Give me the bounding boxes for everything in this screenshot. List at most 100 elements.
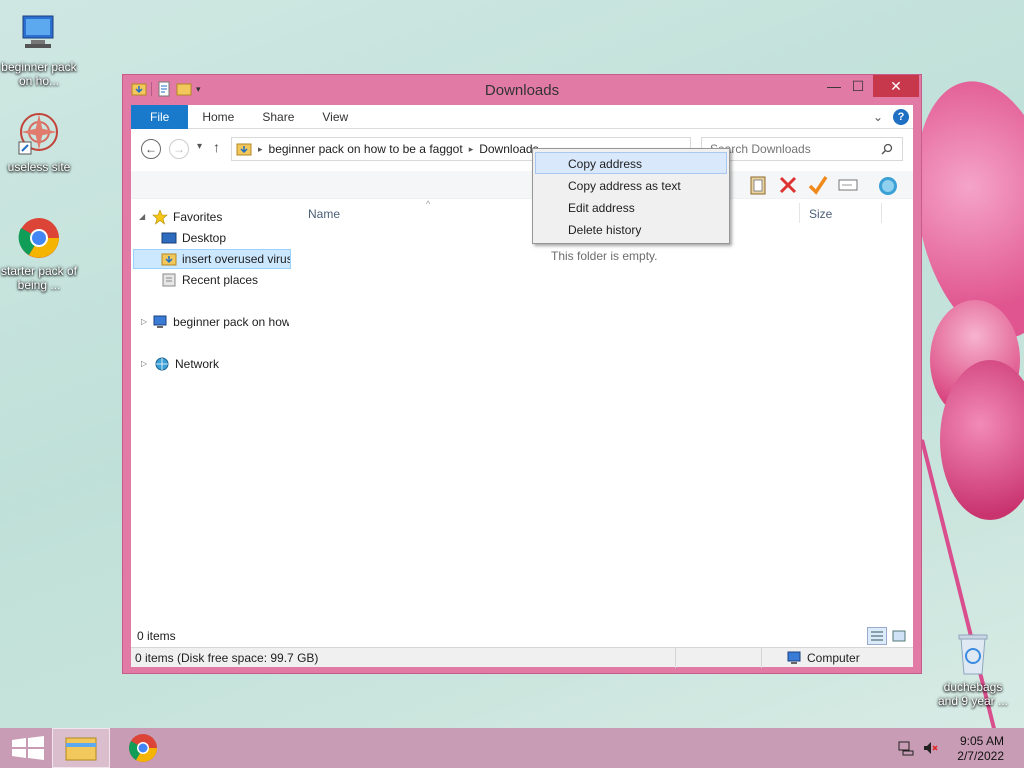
clock-time: 9:05 AM [959,734,1004,748]
expand-arrow-icon[interactable]: ▷ [141,354,149,374]
network-tray-icon[interactable] [898,740,914,756]
explorer-window: ▾ Downloads — ☐ ✕ File Home Share View ⌄… [122,74,922,674]
computer-icon [153,315,167,328]
nav-favorites[interactable]: ◢ Favorites [139,207,289,227]
computer-icon [787,651,801,664]
large-icons-view-button[interactable] [889,627,909,645]
nav-downloads[interactable]: insert overused virus [133,249,291,269]
folder-down-icon [161,253,177,266]
desktop-icon-chrome[interactable]: starter pack of being ... [0,216,78,292]
search-icon[interactable] [881,143,893,155]
details-view-icon [871,631,883,641]
desktop-icon-label: useless site [7,160,71,174]
system-clock[interactable]: 9:05 AM 2/7/2022 [957,734,1004,764]
nav-recent-label: Recent places [182,273,259,287]
windows-logo-icon [12,736,44,760]
nav-recent-places[interactable]: Recent places [161,270,289,290]
navigation-bar: ← → ▾ ↑ ▸ beginner pack on how to be a f… [131,129,913,171]
expand-ribbon-icon[interactable]: ⌄ [873,110,883,124]
navigation-pane: ◢ Favorites Desktop insert overused viru… [131,199,291,625]
taskbar-file-explorer[interactable] [52,728,110,768]
desktop-icon [161,232,177,244]
start-button[interactable] [0,728,58,768]
breadcrumb-separator[interactable]: ▸ [258,144,263,155]
desktop-icon-label: starter pack of being ... [0,264,78,292]
minimize-button[interactable]: — [821,75,847,97]
network-icon [155,357,169,371]
status-location: Computer [787,651,860,665]
desktop-icon-computer[interactable]: beginner pack on ho... [0,12,78,88]
desktop-icon-useless-site[interactable]: useless site [0,112,78,174]
volume-muted-icon[interactable] [922,740,938,756]
tab-file[interactable]: File [131,105,189,129]
status-divider [675,648,676,668]
nav-downloads-label: insert overused virus [182,252,291,266]
details-view-button[interactable] [867,627,887,645]
tab-view[interactable]: View [308,105,362,129]
menu-item-copy-address-as-text[interactable]: Copy address as text [535,174,727,196]
web-shortcut-icon [17,112,61,156]
up-button[interactable]: ↑ [213,139,220,155]
maximize-button[interactable]: ☐ [845,75,871,97]
forward-button[interactable]: → [169,139,189,159]
recent-places-icon [162,273,176,287]
nav-computer[interactable]: ▷ beginner pack on how [141,312,289,332]
title-bar[interactable]: ▾ Downloads — ☐ ✕ [123,75,921,105]
disk-space-status: 0 items (Disk free space: 99.7 GB) [135,651,319,665]
desktop-icon-label: duchebags and 9 year ... [937,680,1009,708]
window-client: File Home Share View ⌄ ? ← → ▾ ↑ ▸ begin… [131,105,913,668]
menu-item-copy-address[interactable]: Copy address [535,152,727,174]
chrome-icon [17,216,61,260]
details-bar: 0 items [131,625,913,647]
column-divider[interactable] [799,203,800,223]
recent-locations-button[interactable]: ▾ [197,141,202,152]
rename-icon[interactable] [837,174,859,196]
ribbon-tabs: File Home Share View ⌄ ? [131,105,913,129]
help-button[interactable]: ? [893,109,909,125]
taskbar: 9:05 AM 2/7/2022 [0,728,1024,768]
menu-item-delete-history[interactable]: Delete history [535,218,727,240]
expand-arrow-icon[interactable]: ▷ [141,312,147,332]
sort-indicator-icon: ^ [426,199,431,209]
menu-item-edit-address[interactable]: Edit address [535,196,727,218]
status-location-label: Computer [807,651,860,665]
tab-share[interactable]: Share [248,105,308,129]
nav-network[interactable]: ▷ Network [141,354,289,374]
nav-network-label: Network [175,357,220,371]
large-icons-view-icon [892,630,906,642]
file-list[interactable]: ^ Name Size This folder is empty. [295,199,913,625]
search-input[interactable] [701,137,903,161]
close-button[interactable]: ✕ [873,75,919,97]
empty-folder-message: This folder is empty. [551,249,658,263]
desktop-icon-label: beginner pack on ho... [1,60,77,88]
recycle-bin-icon [951,632,995,676]
taskbar-chrome[interactable] [114,728,172,768]
column-divider[interactable] [881,203,882,223]
command-toolbar [131,171,913,199]
paste-icon[interactable] [747,174,769,196]
checkmark-icon[interactable] [807,174,829,196]
item-count: 0 items [137,629,176,643]
status-divider [761,648,762,668]
column-header-size[interactable]: Size [809,207,832,221]
shell-icon[interactable] [877,174,899,196]
nav-desktop[interactable]: Desktop [161,228,289,248]
status-bar: 0 items (Disk free space: 99.7 GB) Compu… [131,647,913,668]
star-icon [152,209,168,225]
breadcrumb-separator[interactable]: ▸ [469,144,474,155]
breadcrumb-computer[interactable]: beginner pack on how to be a faggot [269,142,463,156]
address-context-menu: Copy address Copy address as text Edit a… [532,148,730,244]
clock-date: 2/7/2022 [957,749,1004,763]
breadcrumb-downloads[interactable]: Downloads [479,142,538,156]
folder-down-icon [236,143,252,156]
tab-home[interactable]: Home [188,105,248,129]
back-button[interactable]: ← [141,139,161,159]
file-explorer-icon [65,737,97,761]
delete-icon[interactable] [777,174,799,196]
collapse-arrow-icon[interactable]: ◢ [139,207,147,227]
ribbon-right: ⌄ ? [873,109,909,125]
nav-favorites-label: Favorites [173,210,223,224]
desktop-icon-recycle-bin[interactable]: duchebags and 9 year ... [934,632,1012,708]
nav-computer-label: beginner pack on how [173,315,289,329]
column-header-name[interactable]: Name [308,207,340,221]
